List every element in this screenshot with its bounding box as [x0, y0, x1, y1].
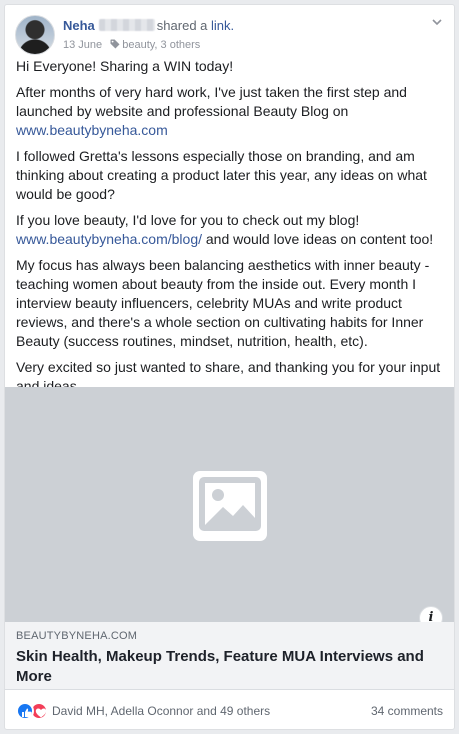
post-footer: David MH, Adella Oconnor and 49 others 3…: [5, 697, 454, 725]
post-tags[interactable]: beauty, 3 others: [122, 39, 200, 51]
blog-page-link[interactable]: www.beautybyneha.com/blog/: [16, 231, 202, 247]
reaction-icons[interactable]: [16, 700, 52, 720]
like-icon: [16, 702, 34, 720]
tag-icon: [110, 39, 120, 49]
author-name[interactable]: Neha: [63, 18, 95, 33]
redacted-surname: [98, 19, 155, 31]
author-avatar[interactable]: [15, 15, 55, 55]
comments-count[interactable]: 34 comments: [371, 704, 443, 718]
paragraph-5: My focus has always been balancing aesth…: [16, 257, 430, 349]
post-header: Neha shared a link. 13 June beauty, 3 oth…: [5, 5, 454, 55]
blog-home-link[interactable]: www.beautybyneha.com: [16, 122, 168, 138]
paragraph-2-text: After months of very hard work, I've jus…: [16, 84, 407, 119]
paragraph-4: If you love beauty, I'd love for you to …: [16, 211, 446, 249]
paragraph-2: After months of very hard work, I've jus…: [16, 83, 446, 140]
link-domain: BEAUTYBYNEHA.COM: [16, 630, 138, 642]
paragraph-3: I followed Gretta's lessons especially t…: [16, 148, 427, 202]
post-title-line: Neha shared a link.: [63, 18, 234, 34]
paragraph-4-text-b: and would love ideas on content too!: [202, 231, 434, 247]
post-card: Neha shared a link. 13 June beauty, 3 oth…: [4, 4, 455, 730]
shared-link-word[interactable]: link.: [211, 18, 234, 33]
paragraph-4-text-a: If you love beauty, I'd love for you to …: [16, 212, 360, 228]
link-title[interactable]: Skin Health, Makeup Trends, Feature MUA …: [16, 647, 436, 687]
shared-text: shared a: [156, 18, 208, 33]
paragraph-1: Hi Everyone! Sharing a WIN today!: [16, 58, 234, 74]
chevron-down-icon[interactable]: [430, 15, 444, 29]
reactors-text[interactable]: David MH, Adella Oconnor and 49 others: [52, 704, 270, 718]
post-meta: 13 June beauty, 3 others: [63, 39, 200, 51]
post-date[interactable]: 13 June: [63, 39, 102, 51]
link-preview-image[interactable]: i: [5, 387, 454, 630]
link-preview-caption[interactable]: BEAUTYBYNEHA.COM Skin Health, Makeup Tre…: [5, 622, 454, 690]
post-body: Hi Everyone! Sharing a WIN today! After …: [16, 57, 446, 429]
image-placeholder-icon: [193, 471, 267, 541]
